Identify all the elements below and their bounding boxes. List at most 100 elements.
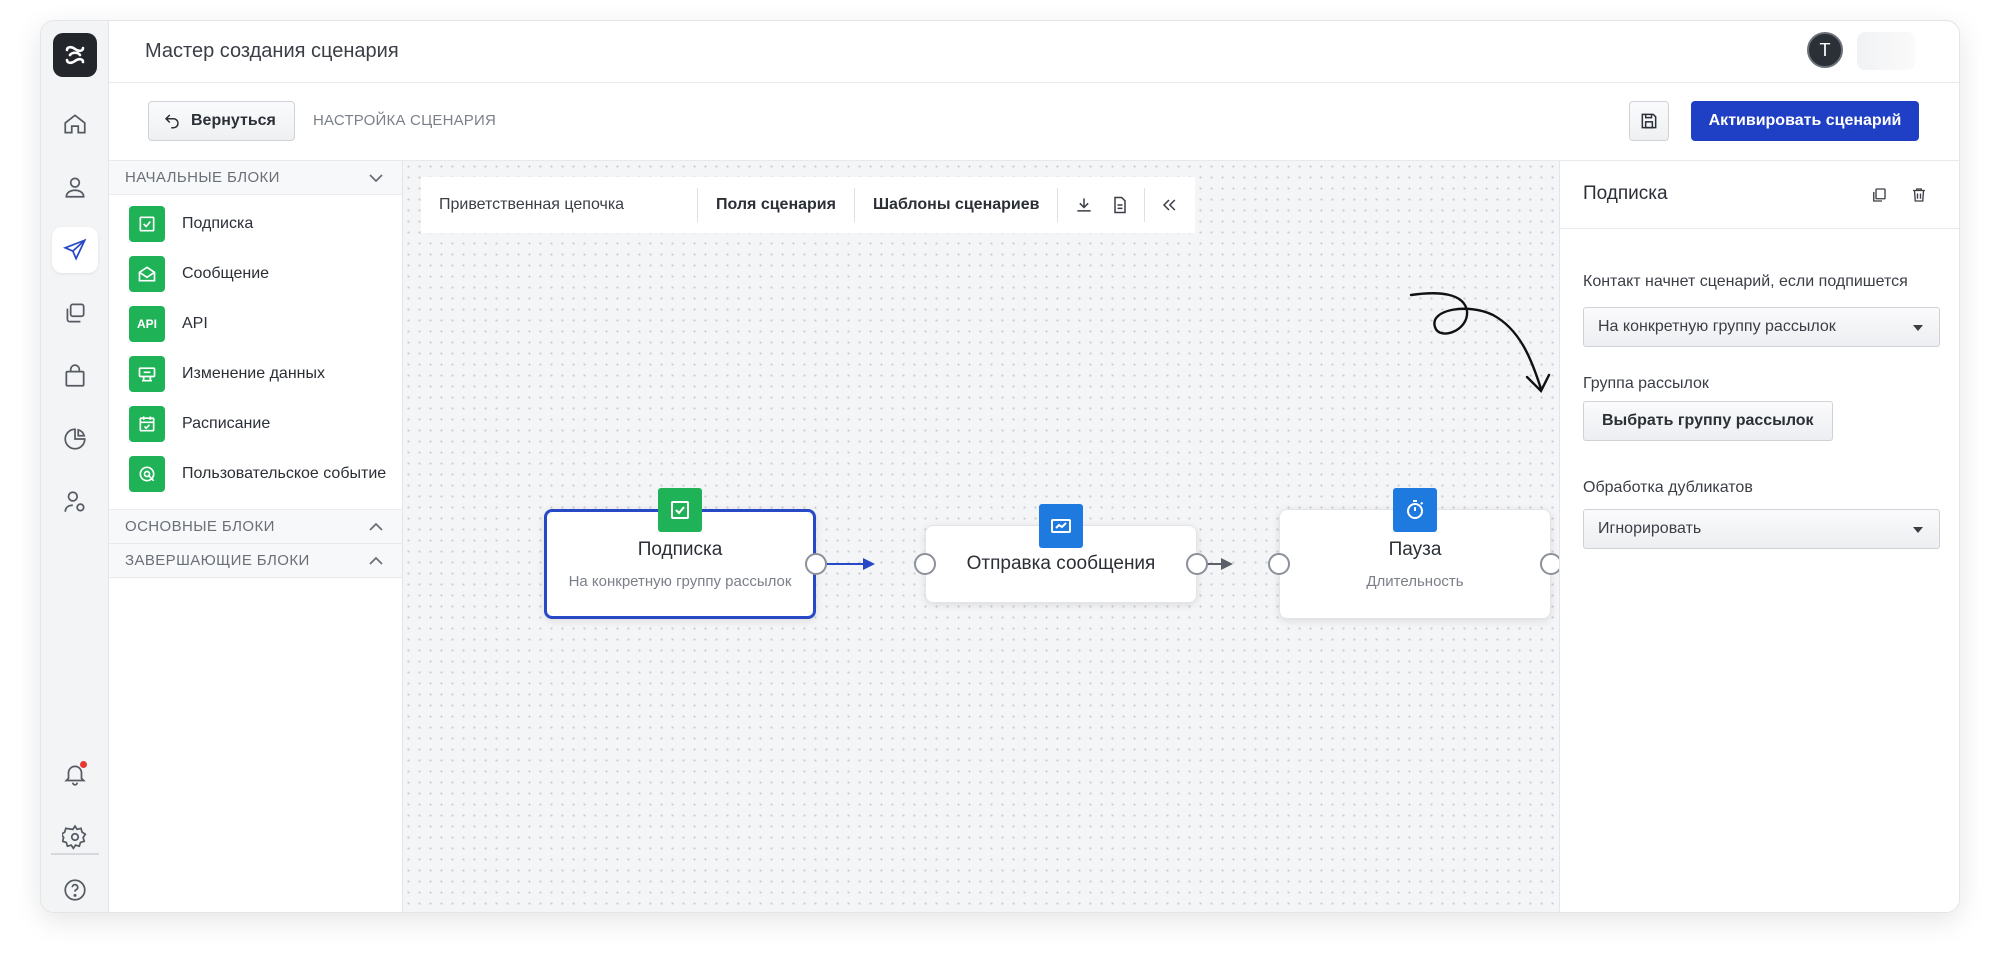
api-icon: API — [129, 306, 165, 342]
custom-event-icon — [129, 456, 165, 492]
duplicate-button[interactable] — [1865, 181, 1893, 209]
duplicates-select[interactable]: Игнорировать — [1583, 509, 1940, 549]
breadcrumb: НАСТРОЙКА СЦЕНАРИЯ — [313, 112, 497, 129]
section-main-blocks[interactable]: ОСНОВНЫЕ БЛОКИ — [109, 510, 402, 544]
block-item-message[interactable]: Сообщение — [109, 249, 402, 299]
trigger-select[interactable]: На конкретную группу рассылок — [1583, 307, 1940, 347]
nav-templates[interactable] — [52, 290, 98, 336]
message-icon — [1039, 504, 1083, 548]
chevron-up-icon — [369, 556, 383, 565]
check-square-icon — [129, 206, 165, 242]
trash-icon — [1913, 188, 1925, 202]
nav-help[interactable] — [52, 867, 98, 912]
account-chip[interactable] — [1857, 32, 1915, 70]
node-title: Подписка — [637, 538, 723, 560]
block-item-custom-event[interactable]: Пользовательское событие — [109, 449, 402, 499]
section-start-blocks[interactable]: НАЧАЛЬНЫЕ БЛОКИ — [109, 161, 402, 195]
select-group-button[interactable]: Выбрать группу рассылок — [1583, 401, 1833, 441]
nav-home[interactable] — [52, 101, 98, 147]
nav-shop[interactable] — [52, 353, 98, 399]
input-port[interactable] — [1268, 553, 1290, 575]
nav-notifications[interactable] — [52, 751, 98, 797]
scenario-templates-tab[interactable]: Шаблоны сценариев — [855, 187, 1058, 223]
user-gear-icon — [64, 491, 85, 512]
section-title: ЗАВЕРШАЮЩИЕ БЛОКИ — [125, 552, 310, 569]
toolbar-separator — [1057, 188, 1059, 222]
floppy-disk-icon — [1641, 113, 1657, 129]
duplicates-select-value: Игнорировать — [1598, 520, 1702, 537]
node-subtitle: На конкретную группу рассылок — [568, 572, 792, 590]
node-title: Пауза — [1388, 538, 1442, 560]
block-item-subscription[interactable]: Подписка — [109, 199, 402, 249]
gear-icon — [62, 824, 87, 850]
properties-header: Подписка — [1560, 161, 1959, 229]
section-title: НАЧАЛЬНЫЕ БЛОКИ — [125, 169, 280, 186]
pie-chart-icon — [64, 428, 86, 450]
nav-campaigns[interactable] — [52, 227, 98, 273]
double-chevron-left-icon — [1163, 199, 1176, 211]
scenario-fields-tab[interactable]: Поля сценария — [698, 187, 854, 223]
app-logo[interactable] — [53, 33, 97, 77]
logo-icon — [65, 45, 85, 65]
output-port[interactable] — [805, 553, 827, 575]
node-title: Отправка сообщения — [966, 553, 1156, 574]
data-change-icon — [129, 356, 165, 392]
trigger-select-value: На конкретную группу рассылок — [1598, 318, 1836, 335]
download-icon — [1077, 198, 1092, 212]
chevron-down-icon — [369, 174, 383, 183]
edge-arrowhead — [1221, 558, 1233, 570]
rail-divider — [51, 853, 99, 855]
block-item-data-change[interactable]: Изменение данных — [109, 349, 402, 399]
input-port[interactable] — [914, 553, 936, 575]
activate-scenario-button[interactable]: Активировать сценарий — [1691, 101, 1919, 141]
check-square-icon — [658, 488, 702, 532]
document-button[interactable] — [1102, 187, 1138, 223]
chevron-up-icon — [369, 522, 383, 531]
notification-badge — [79, 760, 88, 769]
nav-analytics[interactable] — [52, 416, 98, 462]
user-avatar[interactable]: T — [1807, 32, 1843, 68]
calendar-icon — [129, 406, 165, 442]
nav-contacts[interactable] — [52, 164, 98, 210]
output-port[interactable] — [1186, 553, 1208, 575]
block-label: Пользовательское событие — [182, 465, 387, 482]
block-label: API — [182, 315, 208, 332]
shopping-bag-icon — [65, 364, 85, 387]
collapse-button[interactable] — [1151, 187, 1187, 223]
save-button[interactable] — [1629, 101, 1669, 141]
page-title: Мастер создания сценария — [145, 40, 399, 62]
download-button[interactable] — [1066, 187, 1102, 223]
envelope-open-icon — [129, 256, 165, 292]
trigger-label: Контакт начнет сценарий, если подпишется — [1583, 273, 1908, 290]
app-header: Мастер создания сценария T — [109, 21, 1959, 83]
user-icon — [65, 177, 85, 198]
scenario-toolbar: Вернуться НАСТРОЙКА СЦЕНАРИЯ Активироват… — [109, 83, 1959, 161]
app-window: Мастер создания сценария T Вернуться НАС… — [40, 20, 1960, 913]
section-final-blocks[interactable]: ЗАВЕРШАЮЩИЕ БЛОКИ — [109, 544, 402, 578]
blocks-panel: НАЧАЛЬНЫЕ БЛОКИ Подписка Сообщение API A… — [109, 161, 403, 912]
nav-user-settings[interactable] — [52, 479, 98, 525]
canvas-toolbar: Приветственная цепочка Поля сценария Шаб… — [421, 177, 1195, 233]
block-label: Сообщение — [182, 265, 270, 282]
copy-icon — [1873, 188, 1886, 202]
chain-name[interactable]: Приветственная цепочка — [421, 187, 697, 223]
back-button-label: Вернуться — [191, 112, 276, 129]
delete-button[interactable] — [1905, 181, 1933, 209]
document-icon — [1114, 196, 1127, 214]
nav-rail — [41, 21, 109, 912]
toolbar-separator — [1144, 188, 1146, 222]
duplicates-label: Обработка дубликатов — [1583, 479, 1753, 496]
start-blocks-list: Подписка Сообщение API API Изменение дан… — [109, 195, 402, 510]
edge-arrowhead — [863, 558, 875, 570]
help-icon — [64, 879, 86, 901]
block-item-schedule[interactable]: Расписание — [109, 399, 402, 449]
home-icon — [64, 114, 86, 134]
block-item-api[interactable]: API API — [109, 299, 402, 349]
back-button[interactable]: Вернуться — [148, 101, 295, 141]
copy-icon — [66, 303, 85, 323]
block-label: Изменение данных — [182, 365, 325, 382]
undo-arrow-icon — [164, 114, 179, 129]
scenario-canvas[interactable]: Приветственная цепочка Поля сценария Шаб… — [403, 161, 1562, 912]
block-label: Расписание — [182, 415, 271, 432]
section-title: ОСНОВНЫЕ БЛОКИ — [125, 518, 275, 535]
